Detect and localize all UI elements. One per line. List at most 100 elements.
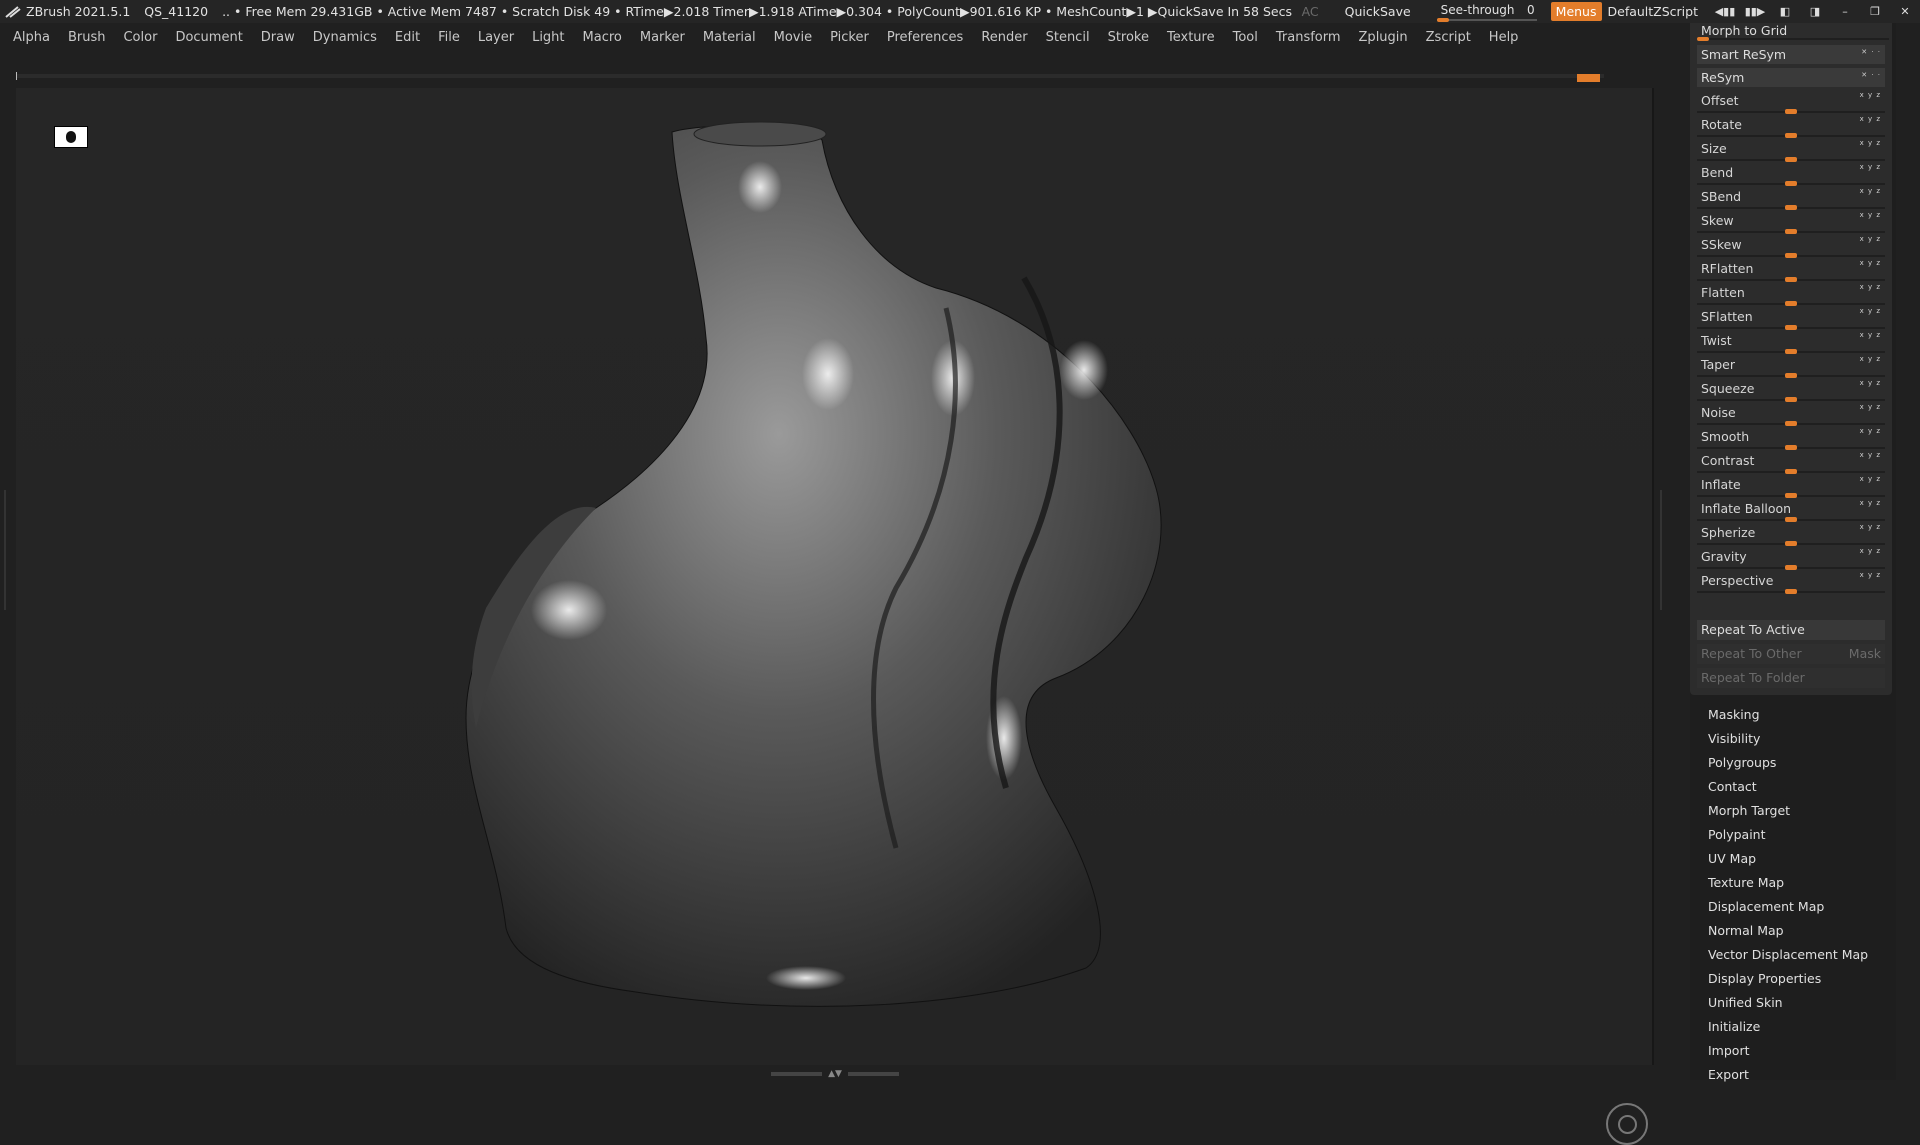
axis-toggle-icon[interactable]: x y z — [1860, 523, 1881, 531]
subpalette-initialize[interactable]: Initialize — [1708, 1015, 1868, 1039]
slider-rflatten[interactable]: RFlatten x y z — [1697, 259, 1885, 282]
quicksave-button[interactable]: QuickSave — [1345, 4, 1411, 19]
menu-alpha[interactable]: Alpha — [13, 30, 50, 45]
slider-sskew[interactable]: SSkew x y z — [1697, 235, 1885, 258]
smart-resym-button[interactable]: Smart ReSym ✕ ‧ ‧ — [1697, 45, 1885, 64]
axis-toggle-icon[interactable]: x y z — [1860, 427, 1881, 435]
axis-toggle-icon[interactable]: x y z — [1860, 139, 1881, 147]
slider-gravity[interactable]: Gravity x y z — [1697, 547, 1885, 570]
subpalette-contact[interactable]: Contact — [1708, 775, 1868, 799]
right-tray-handle[interactable] — [1660, 490, 1668, 610]
menu-light[interactable]: Light — [532, 30, 564, 45]
menu-dynamics[interactable]: Dynamics — [313, 30, 377, 45]
layout-prev-icon[interactable]: ◀▮▮ — [1714, 4, 1736, 20]
menu-stroke[interactable]: Stroke — [1108, 30, 1149, 45]
slider-offset[interactable]: Offset x y z — [1697, 91, 1885, 114]
menu-movie[interactable]: Movie — [774, 30, 812, 45]
slider-noise[interactable]: Noise x y z — [1697, 403, 1885, 426]
axis-toggle-icon[interactable]: x y z — [1860, 379, 1881, 387]
ac-button[interactable]: AC — [1302, 4, 1319, 19]
slider-knob[interactable] — [1785, 397, 1797, 402]
menu-file[interactable]: File — [438, 30, 460, 45]
menu-stencil[interactable]: Stencil — [1046, 30, 1090, 45]
menu-edit[interactable]: Edit — [395, 30, 420, 45]
slider-knob[interactable] — [1785, 445, 1797, 450]
axis-toggle-icon[interactable]: x y z — [1860, 211, 1881, 219]
gyro-compass-icon[interactable] — [1606, 1103, 1648, 1145]
slider-inflate-balloon[interactable]: Inflate Balloon x y z — [1697, 499, 1885, 522]
slider-knob[interactable] — [1785, 109, 1797, 114]
subpalette-masking[interactable]: Masking — [1708, 703, 1868, 727]
menu-draw[interactable]: Draw — [261, 30, 295, 45]
slider-knob[interactable] — [1785, 325, 1797, 330]
menu-texture[interactable]: Texture — [1167, 30, 1215, 45]
slider-contrast[interactable]: Contrast x y z — [1697, 451, 1885, 474]
morph-to-grid-slider[interactable]: Morph to Grid — [1697, 23, 1889, 41]
subpalette-polypaint[interactable]: Polypaint — [1708, 823, 1868, 847]
resym-button[interactable]: ReSym ✕ ‧ ‧ — [1697, 68, 1885, 87]
slider-rotate[interactable]: Rotate x y z — [1697, 115, 1885, 138]
menu-document[interactable]: Document — [175, 30, 242, 45]
slider-knob[interactable] — [1785, 301, 1797, 306]
menu-transform[interactable]: Transform — [1276, 30, 1341, 45]
seethrough-slider[interactable]: See-through 0 — [1435, 2, 1539, 22]
subpalette-texture-map[interactable]: Texture Map — [1708, 871, 1868, 895]
menu-picker[interactable]: Picker — [830, 30, 869, 45]
slider-knob[interactable] — [1785, 541, 1797, 546]
subpalette-morph-target[interactable]: Morph Target — [1708, 799, 1868, 823]
menu-macro[interactable]: Macro — [583, 30, 622, 45]
slider-knob[interactable] — [1785, 277, 1797, 282]
subpalette-visibility[interactable]: Visibility — [1708, 727, 1868, 751]
axis-toggle-icon[interactable]: x y z — [1860, 403, 1881, 411]
slider-twist[interactable]: Twist x y z — [1697, 331, 1885, 354]
menu-layer[interactable]: Layer — [478, 30, 514, 45]
slider-knob[interactable] — [1785, 373, 1797, 378]
slider-squeeze[interactable]: Squeeze x y z — [1697, 379, 1885, 402]
left-tray-handle[interactable] — [4, 490, 12, 610]
slider-bend[interactable]: Bend x y z — [1697, 163, 1885, 186]
canvas-viewport[interactable] — [16, 88, 1654, 1145]
slider-knob[interactable] — [1785, 589, 1797, 594]
slider-inflate[interactable]: Inflate x y z — [1697, 475, 1885, 498]
menus-button[interactable]: Menus — [1550, 2, 1602, 21]
slider-spherize[interactable]: Spherize x y z — [1697, 523, 1885, 546]
axis-toggle-icon[interactable]: x y z — [1860, 259, 1881, 267]
axis-toggle-icon[interactable]: ✕ ‧ ‧ — [1861, 43, 1881, 62]
subpalette-uv-map[interactable]: UV Map — [1708, 847, 1868, 871]
minimize-icon[interactable]: – — [1834, 4, 1856, 20]
slider-knob[interactable] — [1785, 253, 1797, 258]
axis-toggle-icon[interactable]: x y z — [1860, 187, 1881, 195]
menu-render[interactable]: Render — [981, 30, 1027, 45]
bottom-tray-handle[interactable]: ▲▼ — [771, 1069, 899, 1079]
slider-knob[interactable] — [1785, 565, 1797, 570]
axis-toggle-icon[interactable]: x y z — [1860, 91, 1881, 99]
subpalette-polygroups[interactable]: Polygroups — [1708, 751, 1868, 775]
subpalette-vector-displacement-map[interactable]: Vector Displacement Map — [1708, 943, 1868, 967]
menu-zscript[interactable]: Zscript — [1426, 30, 1471, 45]
morph-to-grid-knob[interactable] — [1697, 37, 1709, 41]
subpalette-displacement-map[interactable]: Displacement Map — [1708, 895, 1868, 919]
slider-knob[interactable] — [1785, 229, 1797, 234]
slider-perspective[interactable]: Perspective x y z — [1697, 571, 1885, 594]
slider-knob[interactable] — [1785, 205, 1797, 210]
slider-knob[interactable] — [1785, 157, 1797, 162]
axis-toggle-icon[interactable]: x y z — [1860, 115, 1881, 123]
menu-zplugin[interactable]: Zplugin — [1359, 30, 1408, 45]
script-name[interactable]: DefaultZScript — [1608, 4, 1699, 19]
axis-toggle-icon[interactable]: x y z — [1860, 571, 1881, 579]
axis-toggle-icon[interactable]: ✕ ‧ ‧ — [1861, 66, 1881, 85]
slider-knob[interactable] — [1785, 133, 1797, 138]
dock-left-icon[interactable]: ◧ — [1774, 4, 1796, 20]
menu-help[interactable]: Help — [1489, 30, 1519, 45]
axis-toggle-icon[interactable]: x y z — [1860, 355, 1881, 363]
slider-size[interactable]: Size x y z — [1697, 139, 1885, 162]
axis-toggle-icon[interactable]: x y z — [1860, 499, 1881, 507]
slider-smooth[interactable]: Smooth x y z — [1697, 427, 1885, 450]
slider-knob[interactable] — [1785, 493, 1797, 498]
slider-flatten[interactable]: Flatten x y z — [1697, 283, 1885, 306]
dock-right-icon[interactable]: ◨ — [1804, 4, 1826, 20]
menu-preferences[interactable]: Preferences — [887, 30, 963, 45]
slider-taper[interactable]: Taper x y z — [1697, 355, 1885, 378]
close-icon[interactable]: ✕ — [1894, 4, 1916, 20]
axis-toggle-icon[interactable]: x y z — [1860, 331, 1881, 339]
